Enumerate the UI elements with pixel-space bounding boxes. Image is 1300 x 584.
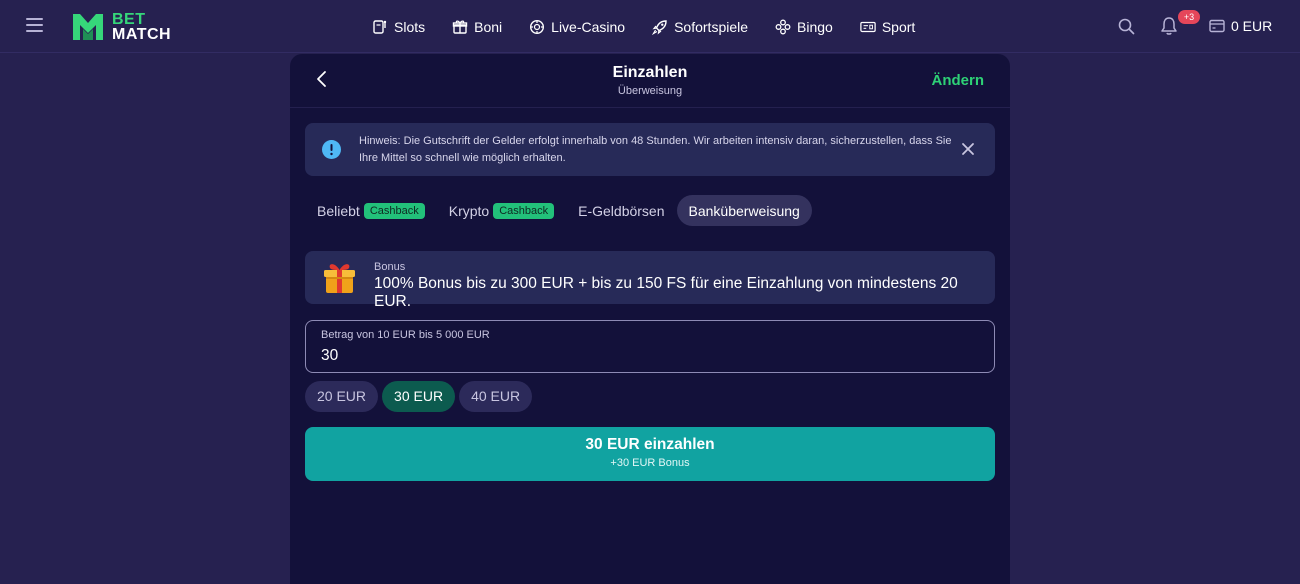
tab-label: E-Geldbörsen (578, 202, 665, 219)
deposit-button-bonus: +30 EUR Bonus (610, 457, 690, 469)
deposit-button[interactable]: 30 EUR einzahlen +30 EUR Bonus (305, 427, 995, 481)
wallet-balance[interactable]: 0 EUR (1209, 18, 1272, 34)
close-icon[interactable] (961, 142, 975, 156)
page-subtitle: Überweisung (617, 85, 683, 97)
notice-text: Hinweis: Die Gutschrift der Gelder erfol… (359, 135, 952, 164)
top-navigation-bar: BET MATCH Slots Boni Live-Casino Soforts… (0, 0, 1300, 53)
tab-label: Krypto (448, 202, 490, 219)
amount-label: Betrag von 10 EUR bis 5 000 EUR (321, 329, 490, 341)
quick-amount-40[interactable]: 40 EUR (459, 381, 533, 412)
nav-item-sofortspiele[interactable]: Sofortspiele (652, 19, 748, 35)
slot-machine-icon (373, 19, 387, 34)
deposit-panel: Einzahlen Überweisung Ändern Hinweis: Di… (290, 54, 1010, 584)
ticket-icon (860, 21, 876, 32)
logo-text: BET MATCH (112, 11, 172, 43)
nav-item-boni[interactable]: Boni (452, 19, 502, 35)
tab-label: Banküberweisung (688, 202, 800, 219)
bingo-icon (775, 19, 791, 34)
bonus-label: Bonus (374, 261, 406, 273)
tab-krypto[interactable]: Krypto Cashback (437, 195, 566, 226)
nav-label: Live-Casino (551, 18, 626, 35)
nav-item-bingo[interactable]: Bingo (775, 19, 833, 35)
change-method-link[interactable]: Ändern (932, 72, 985, 89)
info-icon (322, 140, 341, 159)
panel-header: Einzahlen Überweisung Ändern (290, 54, 1010, 108)
bell-icon[interactable] (1160, 16, 1178, 36)
tab-beliebt[interactable]: Beliebt Cashback (305, 195, 437, 226)
amount-field[interactable]: Betrag von 10 EUR bis 5 000 EUR (305, 320, 995, 373)
deposit-button-label: 30 EUR einzahlen (585, 436, 715, 453)
nav-item-slots[interactable]: Slots (372, 19, 425, 35)
cashback-badge: Cashback (493, 202, 555, 219)
page-title: Einzahlen (612, 64, 688, 81)
gift-icon (452, 20, 468, 34)
quick-amount-30[interactable]: 30 EUR (382, 381, 456, 412)
tab-e-geldboersen[interactable]: E-Geldbörsen (566, 195, 676, 226)
payment-category-tabs: Beliebt Cashback Krypto Cashback E-Geldb… (305, 195, 812, 226)
main-nav: Slots Boni Live-Casino Sofortspiele Bing… (372, 0, 942, 53)
bonus-info-box: Bonus 100% Bonus bis zu 300 EUR + bis zu… (305, 251, 995, 310)
amount-input[interactable] (321, 345, 921, 367)
tab-label: Beliebt (317, 202, 360, 219)
quick-amount-20[interactable]: 20 EUR (305, 381, 379, 412)
logo[interactable]: BET MATCH (70, 10, 171, 44)
nav-label: Slots (394, 18, 426, 35)
logo-mark-icon (73, 14, 103, 40)
menu-icon[interactable] (26, 18, 43, 32)
logo-line-2: MATCH (112, 26, 172, 43)
nav-item-live-casino[interactable]: Live-Casino (529, 19, 625, 35)
nav-label: Bingo (797, 18, 833, 35)
chip-icon (530, 19, 545, 34)
nav-label: Sofortspiele (674, 18, 749, 35)
cashback-badge: Cashback (363, 202, 425, 219)
nav-item-sport[interactable]: Sport (860, 19, 915, 35)
nav-label: Boni (474, 18, 503, 35)
search-icon[interactable] (1118, 18, 1135, 35)
wallet-icon (1209, 19, 1225, 33)
balance-text: 0 EUR (1231, 18, 1273, 34)
gift-box-icon (324, 264, 355, 293)
notice-banner: Hinweis: Die Gutschrift der Gelder erfol… (305, 123, 995, 176)
bonus-description: 100% Bonus bis zu 300 EUR + bis zu 150 F… (374, 275, 958, 310)
rocket-icon (652, 19, 667, 35)
notification-badge: +3 (1178, 10, 1200, 24)
logo-line-1: BET (112, 11, 146, 28)
nav-label: Sport (881, 18, 916, 35)
quick-amount-chips: 20 EUR 30 EUR 40 EUR (305, 381, 536, 412)
tab-bankueberweisung[interactable]: Banküberweisung (676, 195, 812, 226)
